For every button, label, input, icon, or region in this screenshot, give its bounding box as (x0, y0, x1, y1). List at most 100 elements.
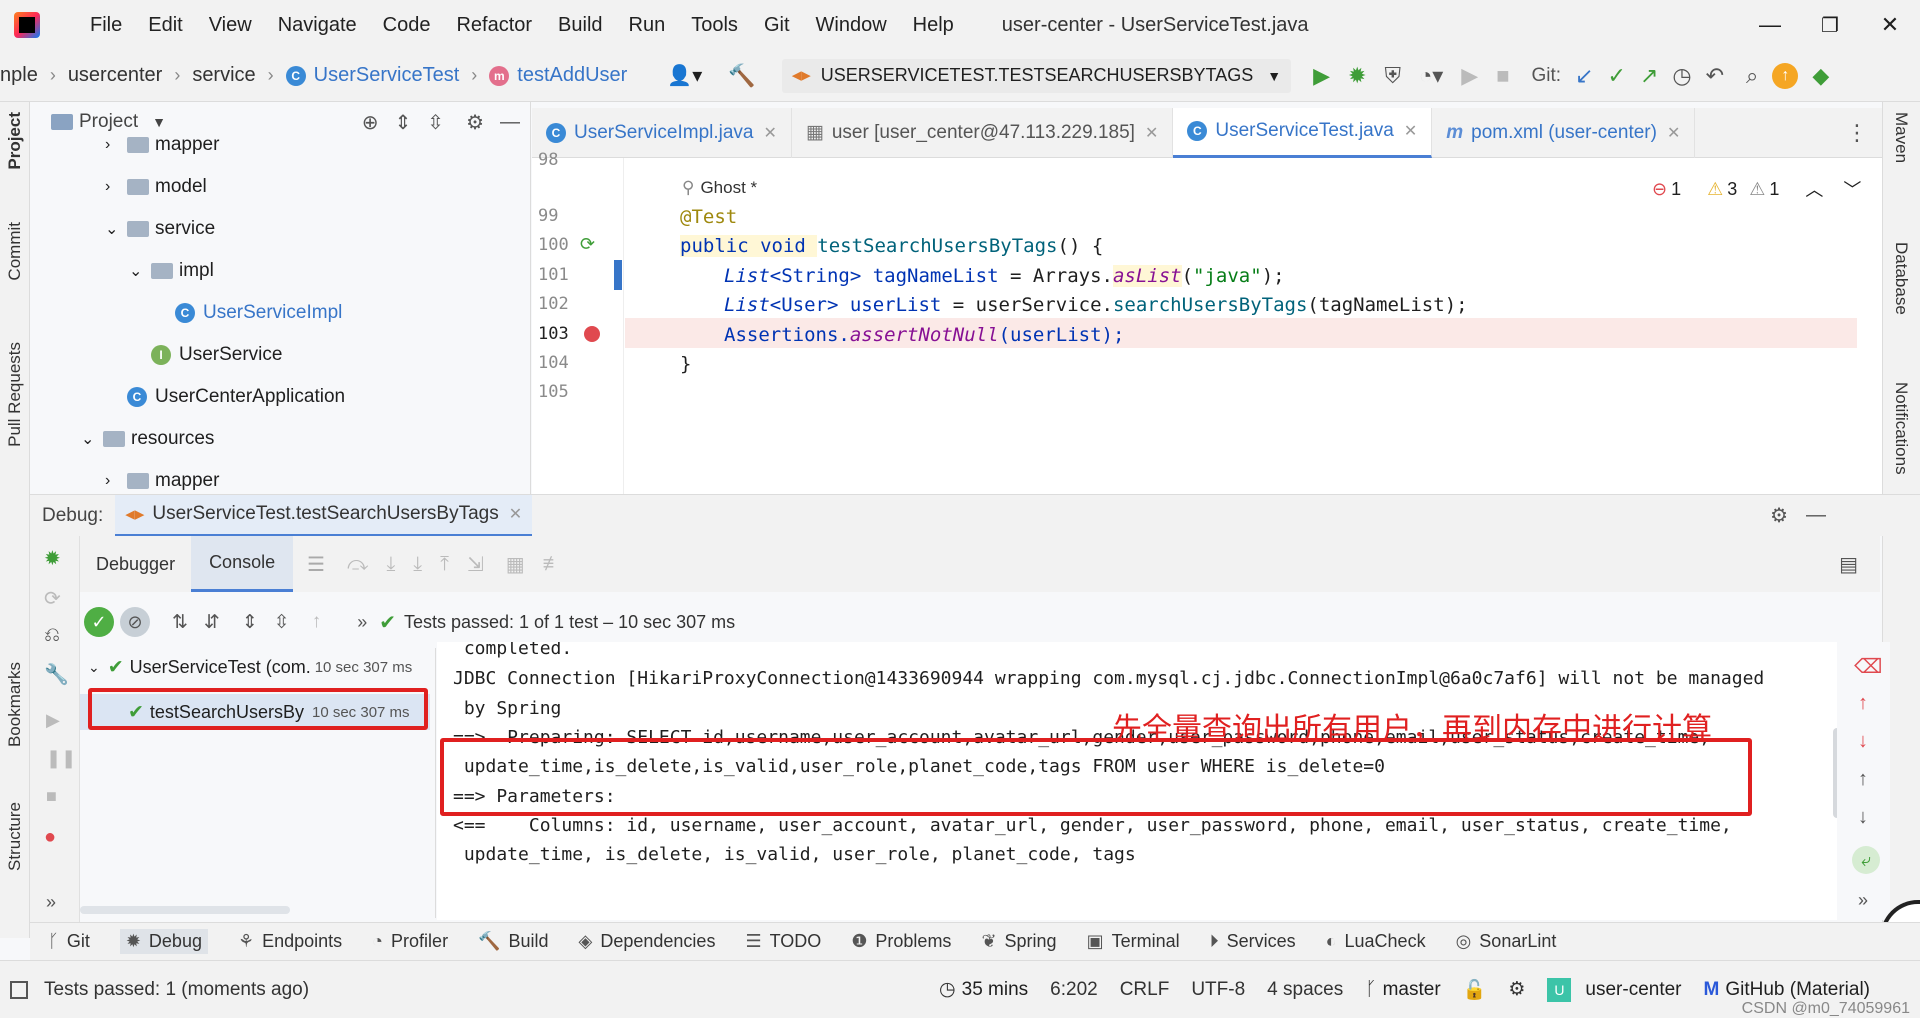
debug-session-tab[interactable]: ◂▸ UserServiceTest.testSearchUsersByTags… (115, 494, 533, 537)
run-to-cursor-icon[interactable]: ⇲ (467, 552, 484, 577)
profile-icon[interactable]: ◔▾ (1419, 63, 1443, 89)
tool-structure[interactable]: Structure (5, 802, 25, 871)
stop-icon[interactable]: ■ (46, 786, 57, 807)
tree-item[interactable]: I UserService (31, 334, 530, 376)
tool-window-dependencies[interactable]: ◈ Dependencies (579, 931, 716, 952)
breadcrumb-service[interactable]: service (192, 64, 255, 87)
chevron-right-icon[interactable]: › (105, 178, 127, 196)
cursor-position[interactable]: 6:202 (1050, 979, 1098, 1001)
layout-toggle-icon[interactable] (10, 980, 28, 999)
tool-window-problems[interactable]: ❶ Problems (851, 931, 951, 952)
close-icon[interactable]: ✕ (1145, 123, 1158, 143)
pause-icon[interactable]: ❚❚ (46, 748, 76, 769)
step-over-icon[interactable]: ⤼ (347, 553, 368, 576)
breakpoint-icon[interactable] (584, 326, 600, 342)
hide-panel-icon[interactable]: — (1806, 504, 1826, 527)
inspections-widget[interactable]: ⊖ 1 ⚠ 3 ⚠ 1 ︿ ﹀ (1652, 176, 1861, 202)
chevron-down-icon[interactable]: ⌄ (105, 219, 127, 239)
tool-window-profiler[interactable]: ◔ Profiler (372, 931, 448, 952)
tree-item[interactable]: › model (31, 166, 530, 208)
tool-window-terminal[interactable]: ▣ Terminal (1087, 931, 1180, 952)
soft-wrap-icon[interactable]: ⤶ (1852, 846, 1880, 874)
close-icon[interactable]: ✕ (1860, 12, 1920, 38)
rollback-icon[interactable]: ↶ (1706, 63, 1724, 89)
debug-icon[interactable]: ✹ (1348, 63, 1366, 89)
close-icon[interactable]: ✕ (764, 123, 777, 143)
editor-tab[interactable]: ▦ user [user_center@47.113.229.185] ✕ (792, 107, 1174, 158)
tool-commit[interactable]: Commit (5, 222, 25, 281)
breadcrumb-class[interactable]: UserServiceTest (314, 64, 460, 87)
close-icon[interactable]: ✕ (1667, 123, 1680, 143)
breadcrumb-package[interactable]: usercenter (68, 64, 163, 87)
tree-item[interactable]: ⌄ resources (31, 418, 530, 460)
tree-item[interactable]: C UserServiceImpl (31, 292, 530, 334)
show-ignored-icon[interactable]: ⊘ (120, 607, 150, 637)
step-out-icon[interactable]: ⤒ (440, 553, 449, 576)
resume-icon[interactable]: ▶ (46, 710, 60, 731)
run-config-selector[interactable]: ◂▸ USERSERVICETEST.TESTSEARCHUSERSBYTAGS… (781, 58, 1292, 93)
clear-all-icon[interactable]: ⌫ (1854, 654, 1882, 679)
menu-file[interactable]: File (90, 14, 122, 37)
restore-layout-icon[interactable]: ⎌ (44, 624, 60, 647)
chevron-up-icon[interactable]: ︿ (1805, 176, 1823, 202)
sort-alpha-icon[interactable]: ⇅ (172, 611, 188, 634)
tool-window-build[interactable]: 🔨 Build (478, 931, 548, 952)
sort-duration-icon[interactable]: ⇵ (204, 611, 220, 634)
rerun-failed-icon[interactable]: ⟳ (44, 586, 61, 611)
git-push-icon[interactable]: ↗ (1640, 63, 1658, 89)
menu-navigate[interactable]: Navigate (278, 14, 357, 37)
stop-icon[interactable]: ■ (1496, 63, 1509, 89)
more-tabs-icon[interactable]: ⋮ (1846, 120, 1868, 146)
inspection-icon[interactable]: ⚙ (1508, 978, 1525, 1001)
update-icon[interactable]: ↑ (1772, 62, 1799, 89)
down-arrow-icon[interactable]: ↓ (1858, 730, 1868, 753)
hammer-icon[interactable]: 🔨 (728, 63, 755, 89)
run-icon[interactable]: ▶ (1313, 63, 1330, 89)
menu-view[interactable]: View (209, 14, 252, 37)
chevron-down-icon[interactable]: ⌄ (81, 429, 103, 449)
run-test-gutter-icon[interactable]: ⟳ (580, 234, 595, 255)
lock-icon[interactable]: 🔓 (1463, 978, 1487, 1002)
menu-tools[interactable]: Tools (691, 14, 738, 37)
tab-console[interactable]: Console (191, 536, 294, 592)
toolbox-icon[interactable]: ◆ (1812, 63, 1829, 89)
line-separator[interactable]: CRLF (1120, 979, 1170, 1001)
theme-name[interactable]: GitHub (Material) (1725, 979, 1870, 1001)
close-icon[interactable]: ✕ (1404, 121, 1417, 141)
tool-notifications[interactable]: Notifications (1891, 382, 1911, 475)
tool-window-spring[interactable]: ❦ Spring (981, 931, 1056, 952)
tool-window-git[interactable]: ᚴ Git (48, 931, 90, 952)
tree-item[interactable]: ⌄ impl (31, 250, 530, 292)
scroll-down-icon[interactable]: ↓ (1858, 806, 1868, 829)
chevron-right-icon[interactable]: › (105, 472, 127, 490)
chevron-right-icon[interactable]: › (105, 136, 127, 154)
tool-window-luacheck[interactable]: ◐ LuaCheck (1326, 931, 1426, 952)
chevron-down-icon[interactable]: ⌄ (88, 659, 100, 676)
scroll-up-icon[interactable]: ↑ (1858, 768, 1868, 791)
menu-code[interactable]: Code (383, 14, 431, 37)
rerun-icon[interactable]: ▶ (1461, 63, 1478, 89)
tool-bookmarks[interactable]: Bookmarks (5, 662, 25, 747)
debug-bug-icon[interactable]: ✹ (44, 546, 61, 571)
tree-scrollbar[interactable] (80, 906, 290, 914)
menu-window[interactable]: Window (816, 14, 887, 37)
menu-refactor[interactable]: Refactor (456, 14, 532, 37)
indent-setting[interactable]: 4 spaces (1267, 979, 1343, 1001)
status-time[interactable]: 35 mins (962, 979, 1029, 1001)
user-icon[interactable]: 👤▾ (667, 63, 702, 88)
tool-project[interactable]: Project (5, 112, 25, 170)
up-arrow-icon[interactable]: ↑ (1858, 692, 1868, 715)
more-icon[interactable]: » (357, 612, 367, 633)
tree-item[interactable]: › mapper (31, 460, 530, 494)
force-step-into-icon[interactable]: ⤓ (413, 553, 422, 576)
tool-window-endpoints[interactable]: ⚘ Endpoints (238, 931, 342, 952)
tool-window-services[interactable]: ⏵ Services (1210, 931, 1296, 952)
tool-pull-requests[interactable]: Pull Requests (5, 342, 25, 447)
status-message[interactable]: Tests passed: 1 (moments ago) (44, 979, 309, 1001)
close-icon[interactable]: ✕ (509, 504, 522, 524)
git-branch[interactable]: master (1383, 979, 1441, 1001)
chevron-down-icon[interactable]: ⌄ (129, 261, 151, 281)
gear-icon[interactable]: ⚙ (1770, 503, 1788, 528)
tree-item[interactable]: ⌄ service (31, 208, 530, 250)
code-editor[interactable]: 98 99 100 101 102 103 104 105 ⟳ ⊖ 1 ⚠ 3 … (532, 150, 1882, 494)
